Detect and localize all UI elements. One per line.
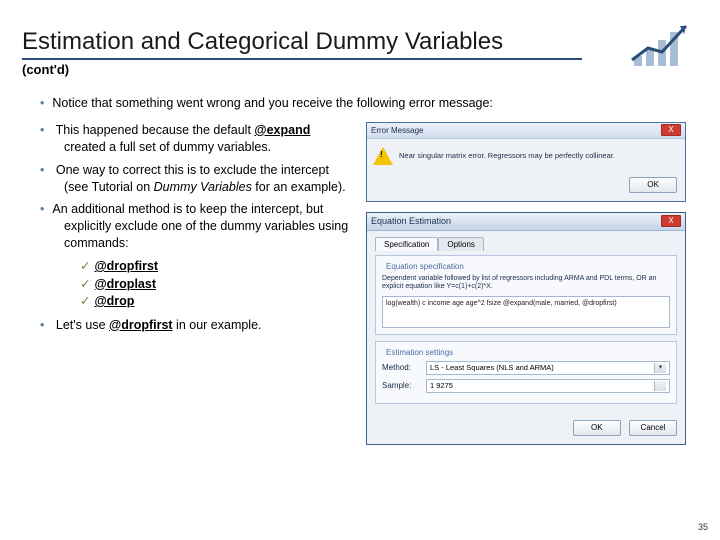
- bullet-example: Let's use @dropfirst in our example.: [22, 317, 352, 334]
- equation-dialog: Equation Estimation X Specification Opti…: [366, 212, 686, 445]
- sample-label: Sample:: [382, 381, 422, 390]
- close-icon[interactable]: X: [661, 215, 681, 227]
- tab-options[interactable]: Options: [438, 237, 484, 251]
- equation-dialog-title: Equation Estimation: [371, 216, 661, 226]
- bullet-fix2: An additional method is to keep the inte…: [22, 201, 352, 252]
- cmd-drop: @drop: [94, 294, 134, 308]
- bullet-intro: Notice that something went wrong and you…: [22, 95, 698, 112]
- spec-input[interactable]: log(wealth) c income age age^2 fsize @ex…: [382, 296, 670, 328]
- check-icon: ✓: [80, 294, 90, 308]
- page-subtitle: (cont'd): [22, 62, 698, 77]
- logo: [628, 18, 698, 70]
- chevron-down-icon: [654, 381, 666, 391]
- page-number: 35: [698, 522, 708, 532]
- cmd-dropfirst-use: @dropfirst: [109, 318, 173, 332]
- method-select[interactable]: LS - Least Squares (NLS and ARMA) ▾: [426, 361, 670, 375]
- tab-specification[interactable]: Specification: [375, 237, 438, 251]
- cmd-dropfirst: @dropfirst: [94, 259, 158, 273]
- bullet-fix1: One way to correct this is to exclude th…: [22, 162, 352, 196]
- ok-button[interactable]: OK: [573, 420, 621, 436]
- spec-hint: Dependent variable followed by list of r…: [382, 275, 670, 292]
- cmd-expand: @expand: [254, 123, 310, 137]
- chevron-down-icon: ▾: [654, 363, 666, 373]
- error-dialog-title: Error Message: [371, 126, 661, 135]
- cancel-button[interactable]: Cancel: [629, 420, 677, 436]
- check-icon: ✓: [80, 259, 90, 273]
- bullet-cause: This happened because the default @expan…: [22, 122, 352, 156]
- cmd-droplast: @droplast: [94, 277, 156, 291]
- ref-dummy-vars: Dummy Variables: [154, 180, 252, 194]
- group-eq-spec: Equation specification: [384, 262, 466, 271]
- error-dialog: Error Message X Near singular matrix err…: [366, 122, 686, 202]
- page-title: Estimation and Categorical Dummy Variabl…: [22, 28, 582, 60]
- command-list: ✓ @dropfirst ✓ @droplast ✓ @drop: [22, 258, 352, 311]
- error-text: Near singular matrix error. Regressors m…: [399, 151, 615, 160]
- check-icon: ✓: [80, 277, 90, 291]
- warning-icon: [373, 147, 393, 165]
- method-label: Method:: [382, 363, 422, 372]
- group-est-settings: Estimation settings: [384, 348, 455, 357]
- ok-button[interactable]: OK: [629, 177, 677, 193]
- sample-input[interactable]: 1 9275: [426, 379, 670, 393]
- close-icon[interactable]: X: [661, 124, 681, 136]
